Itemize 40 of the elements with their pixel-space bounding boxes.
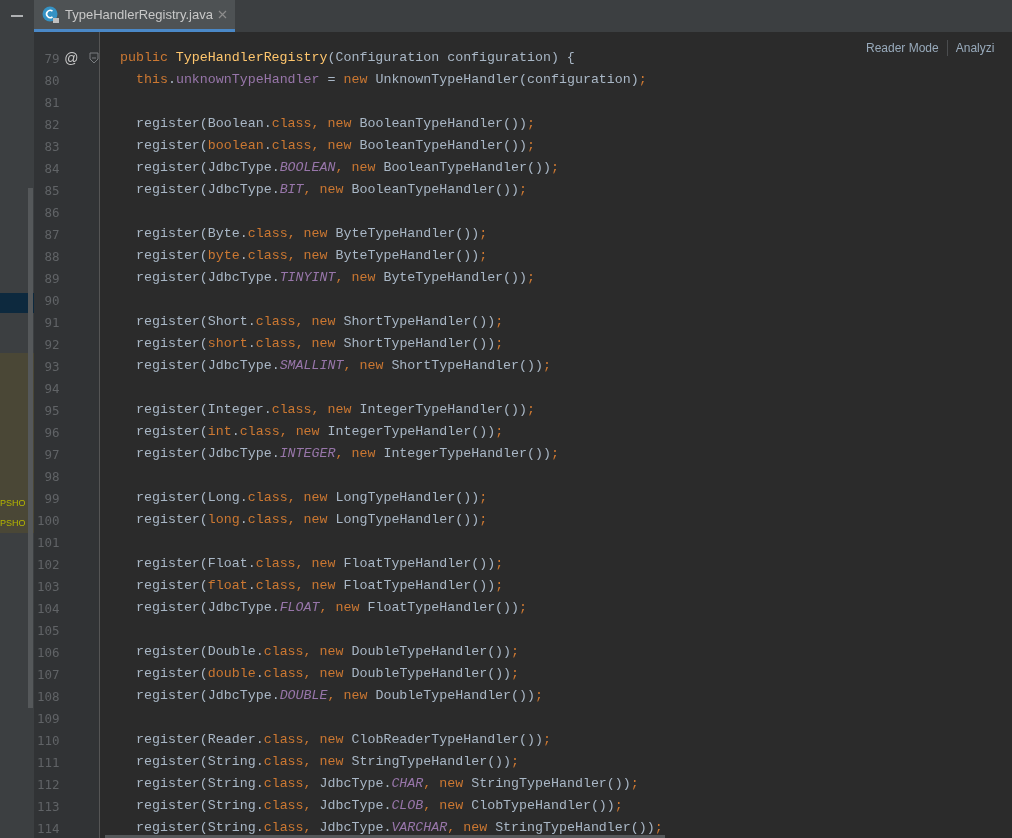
code-line: register(String.class, JdbcType.VARCHAR, new StringTypeHandler());: [136, 820, 663, 835]
code-line: register(boolean.class, new BooleanTypeHandler());: [136, 138, 536, 153]
toolbar-link[interactable]: Analyzi: [955, 41, 995, 55]
scrollbar[interactable]: [105, 835, 665, 838]
code-line: register(int.class, new IntegerTypeHandler());: [136, 424, 504, 439]
code-line: register(String.class, JdbcType.CHAR, new StringTypeHandler());: [136, 776, 639, 791]
scrollbar[interactable]: [28, 188, 33, 708]
toolbar-link[interactable]: Reader Mode: [866, 41, 939, 55]
java-class-icon: [42, 5, 60, 24]
code-line: register(JdbcType.FLOAT, new FloatTypeHandler());: [136, 600, 528, 615]
code-line: register(byte.class, new ByteTypeHandler());: [136, 248, 488, 263]
close-icon[interactable]: [217, 10, 227, 19]
code-line: register(Reader.class, new ClobReaderTypeHandler());: [136, 732, 551, 747]
gutter-mark[interactable]: @: [64, 50, 79, 66]
tree-item[interactable]: PSHO: [0, 513, 34, 533]
code-line: register(JdbcType.SMALLINT, new ShortTypeHandler());: [136, 358, 551, 373]
editor-tab[interactable]: TypeHandlerRegistry.java: [34, 0, 235, 32]
code-line: register(JdbcType.BOOLEAN, new BooleanTypeHandler());: [136, 160, 559, 175]
code-line: register(JdbcType.BIT, new BooleanTypeHandler());: [136, 182, 528, 197]
code-line: register(long.class, new LongTypeHandler());: [136, 512, 488, 527]
code-line: register(Boolean.class, new BooleanTypeHandler());: [136, 116, 536, 131]
code-line: register(String.class, JdbcType.CLOB, new ClobTypeHandler());: [136, 798, 623, 813]
code-line: register(JdbcType.TINYINT, new ByteTypeHandler());: [136, 270, 535, 285]
code-line: register(double.class, new DoubleTypeHandler());: [136, 666, 520, 681]
code-line: register(String.class, new StringTypeHandler());: [136, 754, 520, 769]
code-line: register(JdbcType.DOUBLE, new DoubleTypeHandler());: [136, 688, 543, 703]
code-line: register(Long.class, new LongTypeHandler());: [136, 490, 488, 505]
code-line: register(JdbcType.INTEGER, new IntegerTypeHandler());: [136, 446, 559, 461]
code-line: public TypeHandlerRegistry(Configuration configuration) {: [120, 50, 575, 65]
code-line: register(Integer.class, new IntegerTypeHandler());: [136, 402, 536, 417]
code-line: register(Byte.class, new ByteTypeHandler());: [136, 226, 488, 241]
fold-icon[interactable]: [89, 52, 99, 64]
code-line: register(Float.class, new FloatTypeHandler());: [136, 556, 504, 571]
code-line: register(Double.class, new DoubleTypeHandler());: [136, 644, 520, 659]
code-line: this.unknownTypeHandler = new UnknownTypeHandler(configuration);: [136, 72, 647, 87]
tree-item[interactable]: PSHO: [0, 493, 34, 513]
minimize-icon[interactable]: [11, 15, 23, 17]
code-line: register(short.class, new ShortTypeHandler());: [136, 336, 504, 351]
code-line: register(Short.class, new ShortTypeHandler());: [136, 314, 504, 329]
code-line: register(float.class, new FloatTypeHandler());: [136, 578, 504, 593]
